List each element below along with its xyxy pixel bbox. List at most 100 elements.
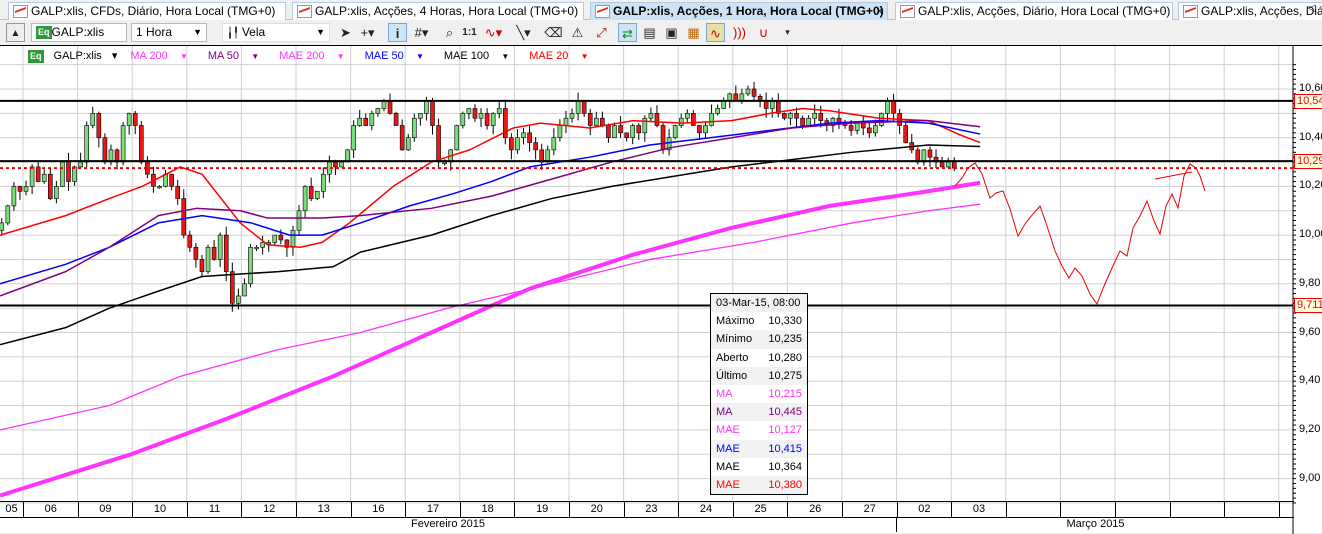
candle	[308, 177, 314, 202]
candle	[120, 122, 126, 166]
chevron-down-icon: ▼	[193, 27, 202, 37]
candle	[193, 243, 199, 268]
tab-chart-4[interactable]: GALP:xlis, Acções, Diário, Hora Local (T…	[1178, 2, 1322, 20]
drawn-projection-line	[954, 162, 1206, 306]
chevron-down-icon: ▼	[177, 52, 188, 61]
copy-chart-icon[interactable]: ▣	[662, 23, 681, 42]
candle-icon: ╽╿	[227, 28, 242, 39]
candle	[891, 93, 896, 123]
candle	[587, 108, 593, 136]
candle	[114, 148, 120, 170]
candle	[405, 133, 411, 151]
close-tab-icon[interactable]: ×	[876, 3, 883, 20]
chevron-down-icon: ▼	[413, 52, 424, 61]
candle	[630, 123, 636, 145]
tooltip-label: MAE	[716, 460, 740, 473]
eraser-icon[interactable]: ⌫	[544, 23, 563, 42]
tooltip-row: Máximo 10,330	[711, 312, 807, 330]
candle	[860, 115, 866, 136]
legend-symbol[interactable]: GALP:xlis ▾	[54, 50, 118, 62]
legend-item[interactable]: MAE 20 ▼	[529, 50, 598, 62]
chart-type-select[interactable]: ╽╿ Vela ▼	[222, 23, 330, 42]
one-to-one-button[interactable]: 1:1	[460, 23, 479, 42]
time-axis[interactable]: 05 06 09 10 11 12 13 16 17 18 19 20 23 24 25 26 27 02 03 Fe…	[0, 501, 1294, 532]
overlay-icon[interactable]: ∿	[706, 23, 725, 42]
x-day-label: 16	[350, 502, 406, 517]
candle	[242, 278, 247, 297]
candle	[223, 226, 229, 282]
candle	[139, 120, 144, 165]
candle	[169, 173, 174, 191]
equity-badge: Eq	[28, 49, 44, 63]
info-icon[interactable]: i	[388, 23, 407, 42]
chart-icon	[13, 5, 28, 18]
candle	[606, 123, 611, 143]
candle	[721, 97, 727, 109]
link-icon[interactable]: ⇄	[618, 23, 637, 42]
toolbar: ▲ Eq GALP:xlis 1 Hora ▼ ╽╿ Vela ▼ ➤ +▾ i #▾…	[0, 20, 1322, 45]
crosshair-icon[interactable]: +▾	[358, 23, 377, 42]
tab-label: GALP:xlis, Acções, Diário, Hora Local (T…	[1201, 4, 1322, 18]
grid-icon[interactable]: #▾	[412, 23, 431, 42]
y-tick-label: 9,40	[1299, 374, 1321, 387]
candle	[41, 169, 47, 184]
candle	[539, 143, 545, 171]
tab-scroll-left-icon[interactable]: ◁	[1308, 3, 1316, 14]
legend-item[interactable]: MA 200 ▼	[130, 50, 197, 62]
line-tool-icon[interactable]: ╲▾	[514, 23, 533, 42]
candle	[375, 107, 381, 117]
tab-chart-1[interactable]: GALP:xlis, Acções, 4 Horas, Hora Local (…	[292, 2, 584, 20]
tab-chart-0[interactable]: GALP:xlis, CFDs, Diário, Hora Local (TMG…	[8, 2, 286, 20]
candle	[909, 133, 915, 154]
series-ma-50	[0, 119, 981, 297]
legend-item[interactable]: MA 50 ▼	[208, 50, 269, 62]
legend-item[interactable]: MAE 50 ▼	[365, 50, 434, 62]
candle	[788, 112, 793, 126]
tooltip-row: MA 10,445	[711, 403, 807, 422]
toolbar-overflow-icon[interactable]: ▾	[778, 23, 797, 42]
candle	[593, 111, 599, 128]
candle	[199, 255, 205, 276]
candle	[533, 137, 538, 160]
measure-icon[interactable]: ⤢	[592, 23, 611, 42]
candle	[600, 111, 605, 128]
tooltip-label: MAE	[716, 478, 740, 491]
candle	[47, 167, 53, 201]
tab-chart-3[interactable]: GALP:xlis, Acções, Diário, Hora Local (T…	[895, 2, 1173, 20]
paste-chart-icon[interactable]: ▦	[684, 23, 703, 42]
x-day-label: 20	[569, 502, 624, 517]
zoom-icon[interactable]: ⌕	[440, 23, 459, 42]
candle	[272, 234, 278, 246]
candle	[102, 133, 108, 165]
candle	[11, 182, 17, 211]
tooltip-label: MA	[716, 387, 733, 400]
pointer-icon[interactable]: ➤	[336, 23, 355, 42]
candle	[248, 244, 253, 288]
tooltip-value: 10,364	[768, 460, 802, 473]
interval-select[interactable]: 1 Hora ▼	[131, 23, 207, 42]
candle	[205, 244, 211, 274]
candle	[733, 85, 739, 102]
tab-chart-2[interactable]: GALP:xlis, Acções, 1 Hora, Hora Local (T…	[590, 2, 888, 20]
template-icon[interactable]: ▤	[640, 23, 659, 42]
x-day-label: 09	[77, 502, 133, 517]
sound-icon[interactable]: )))	[730, 23, 749, 42]
chart-canvas[interactable]	[0, 46, 1322, 534]
candle	[181, 189, 187, 239]
candle	[933, 149, 939, 169]
price-chart[interactable]: Eq GALP:xlis ▾ MA 200 ▼ MA 50 ▼ MAE 200 ▼ MAE…	[0, 45, 1322, 534]
symbol-input[interactable]: Eq GALP:xlis	[31, 23, 127, 42]
indicator-icon[interactable]: ∿▾	[484, 23, 503, 42]
legend-item[interactable]: MAE 100 ▼	[444, 50, 519, 62]
candle	[320, 167, 326, 199]
magnet-icon[interactable]: ∪	[754, 23, 773, 42]
x-month-label: Março 2015	[896, 517, 1294, 532]
x-day-label: 25	[732, 502, 788, 517]
candle	[35, 160, 41, 183]
tooltip-label: Último	[716, 369, 748, 382]
candle	[624, 132, 629, 142]
collapse-up-button[interactable]: ▲	[6, 23, 25, 42]
legend-item[interactable]: MAE 200 ▼	[279, 50, 354, 62]
candle	[654, 105, 660, 128]
alert-icon[interactable]: ⚠	[568, 23, 587, 42]
